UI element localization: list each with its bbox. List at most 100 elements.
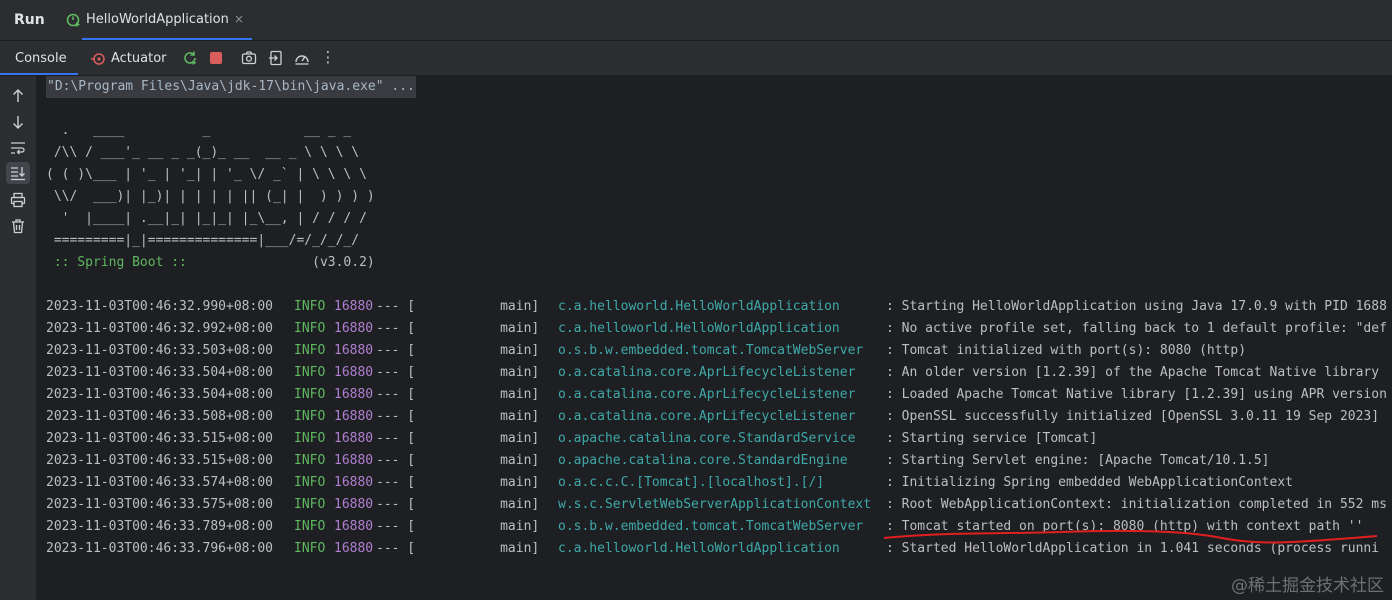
log-pid: 16880 xyxy=(334,321,374,336)
log-separator: --- [ xyxy=(376,431,416,446)
log-timestamp: 2023-11-03T00:46:33.515+08:00 xyxy=(46,431,273,446)
log-message: : Starting service [Tomcat] xyxy=(886,431,1098,446)
log-thread: main] xyxy=(414,431,540,446)
profiler-gauge-icon[interactable] xyxy=(294,50,310,66)
log-message: : An older version [1.2.39] of the Apach… xyxy=(886,365,1380,380)
log-timestamp: 2023-11-03T00:46:33.503+08:00 xyxy=(46,343,273,358)
console-side-toolbar xyxy=(0,76,36,600)
print-icon[interactable] xyxy=(10,192,26,208)
tab-console[interactable]: Console xyxy=(0,41,78,75)
run-config-tab[interactable]: HelloWorldApplication × xyxy=(58,0,252,40)
log-separator: --- [ xyxy=(376,519,416,534)
log-timestamp: 2023-11-03T00:46:33.504+08:00 xyxy=(46,365,273,380)
log-timestamp: 2023-11-03T00:46:33.789+08:00 xyxy=(46,519,273,534)
log-line: 2023-11-03T00:46:33.504+08:00 INFO 16880 --… xyxy=(46,362,1392,384)
log-line: 2023-11-03T00:46:33.575+08:00 INFO 16880 --… xyxy=(46,494,1392,516)
log-separator: --- [ xyxy=(376,343,416,358)
log-pid: 16880 xyxy=(334,343,374,358)
log-level: INFO xyxy=(294,387,326,402)
log-line: 2023-11-03T00:46:33.504+08:00 INFO 16880 --… xyxy=(46,384,1392,406)
log-timestamp: 2023-11-03T00:46:33.574+08:00 xyxy=(46,475,273,490)
scroll-to-end-icon[interactable] xyxy=(6,162,30,184)
log-timestamp: 2023-11-03T00:46:32.990+08:00 xyxy=(46,299,273,314)
log-logger: o.apache.catalina.core.StandardEngine xyxy=(558,453,848,468)
log-line: 2023-11-03T00:46:33.508+08:00 INFO 16880 --… xyxy=(46,406,1392,428)
log-message: : Root WebApplicationContext: initializa… xyxy=(886,497,1387,512)
log-timestamp: 2023-11-03T00:46:33.575+08:00 xyxy=(46,497,273,512)
log-level: INFO xyxy=(294,365,326,380)
spring-boot-label: :: Spring Boot :: xyxy=(46,255,195,270)
more-options-icon[interactable]: ⋮ xyxy=(320,48,336,66)
log-pid: 16880 xyxy=(334,299,374,314)
spring-ascii-banner: . ____ _ __ _ _ /\\ / ___'_ __ _ _(_)_ _… xyxy=(46,123,375,248)
arrow-down-icon[interactable] xyxy=(10,114,26,130)
log-level: INFO xyxy=(294,519,326,534)
log-logger: o.s.b.w.embedded.tomcat.TomcatWebServer xyxy=(558,519,864,534)
log-pid: 16880 xyxy=(334,409,374,424)
restore-layout-icon[interactable] xyxy=(268,50,284,66)
log-line: 2023-11-03T00:46:33.574+08:00 INFO 16880 --… xyxy=(46,472,1392,494)
log-separator: --- [ xyxy=(376,365,416,380)
log-pid: 16880 xyxy=(334,387,374,402)
log-pid: 16880 xyxy=(334,497,374,512)
log-separator: --- [ xyxy=(376,475,416,490)
log-separator: --- [ xyxy=(376,497,416,512)
log-line: 2023-11-03T00:46:33.515+08:00 INFO 16880 --… xyxy=(46,450,1392,472)
spring-boot-version-line: :: Spring Boot :: (v3.0.2) xyxy=(46,252,375,274)
log-logger: o.s.b.w.embedded.tomcat.TomcatWebServer xyxy=(558,343,864,358)
log-separator: --- [ xyxy=(376,453,416,468)
arrow-up-icon[interactable] xyxy=(10,88,26,104)
log-separator: --- [ xyxy=(376,387,416,402)
log-thread: main] xyxy=(414,453,540,468)
console-toolbar: Console Actuator ⋮ xyxy=(0,41,1392,75)
log-pid: 16880 xyxy=(334,453,374,468)
log-message: : No active profile set, falling back to… xyxy=(886,321,1387,336)
active-tab-indicator xyxy=(82,38,252,40)
log-thread: main] xyxy=(414,475,540,490)
soft-wrap-icon[interactable] xyxy=(10,140,26,156)
log-message: : Starting HelloWorldApplication using J… xyxy=(886,299,1387,314)
log-level: INFO xyxy=(294,321,326,336)
log-message: : Loaded Apache Tomcat Native library [1… xyxy=(886,387,1387,402)
log-pid: 16880 xyxy=(334,475,374,490)
log-timestamp: 2023-11-03T00:46:33.515+08:00 xyxy=(46,453,273,468)
log-level: INFO xyxy=(294,299,326,314)
tab-actuator-label: Actuator xyxy=(111,51,167,66)
log-message: : Tomcat initialized with port(s): 8080 … xyxy=(886,343,1247,358)
log-thread: main] xyxy=(414,387,540,402)
close-tab-icon[interactable]: × xyxy=(234,12,244,26)
clear-all-trash-icon[interactable] xyxy=(10,218,26,234)
log-thread: main] xyxy=(414,343,540,358)
log-message: : OpenSSL successfully initialized [Open… xyxy=(886,409,1380,424)
log-logger: o.a.catalina.core.AprLifecycleListener xyxy=(558,365,856,380)
log-thread: main] xyxy=(414,409,540,424)
tab-console-label: Console xyxy=(15,51,67,66)
log-timestamp: 2023-11-03T00:46:33.504+08:00 xyxy=(46,387,273,402)
log-logger: o.a.catalina.core.AprLifecycleListener xyxy=(558,409,856,424)
java-command-line[interactable]: "D:\Program Files\Java\jdk-17\bin\java.e… xyxy=(46,76,416,98)
log-thread: main] xyxy=(414,365,540,380)
screenshot-camera-icon[interactable] xyxy=(241,50,257,66)
log-separator: --- [ xyxy=(376,409,416,424)
active-tab-indicator xyxy=(0,73,78,75)
log-timestamp: 2023-11-03T00:46:33.796+08:00 xyxy=(46,541,273,556)
log-separator: --- [ xyxy=(376,541,416,556)
run-tool-window-title: Run xyxy=(14,12,45,28)
log-line: 2023-11-03T00:46:32.992+08:00 INFO 16880 --… xyxy=(46,318,1392,340)
log-logger: w.s.c.ServletWebServerApplicationContext xyxy=(558,497,872,512)
stop-icon[interactable] xyxy=(208,50,224,66)
log-thread: main] xyxy=(414,497,540,512)
spring-boot-run-icon xyxy=(66,12,82,32)
log-logger: o.a.catalina.core.AprLifecycleListener xyxy=(558,387,856,402)
log-logger: c.a.helloworld.HelloWorldApplication xyxy=(558,541,840,556)
spring-boot-version: (v3.0.2) xyxy=(194,255,375,270)
log-separator: --- [ xyxy=(376,299,416,314)
rerun-icon[interactable] xyxy=(182,50,198,66)
console-output[interactable]: "D:\Program Files\Java\jdk-17\bin\java.e… xyxy=(36,76,1392,600)
log-level: INFO xyxy=(294,431,326,446)
log-line: 2023-11-03T00:46:33.503+08:00 INFO 16880 --… xyxy=(46,340,1392,362)
log-level: INFO xyxy=(294,541,326,556)
log-thread: main] xyxy=(414,519,540,534)
log-pid: 16880 xyxy=(334,365,374,380)
tab-actuator[interactable]: Actuator xyxy=(86,41,176,75)
